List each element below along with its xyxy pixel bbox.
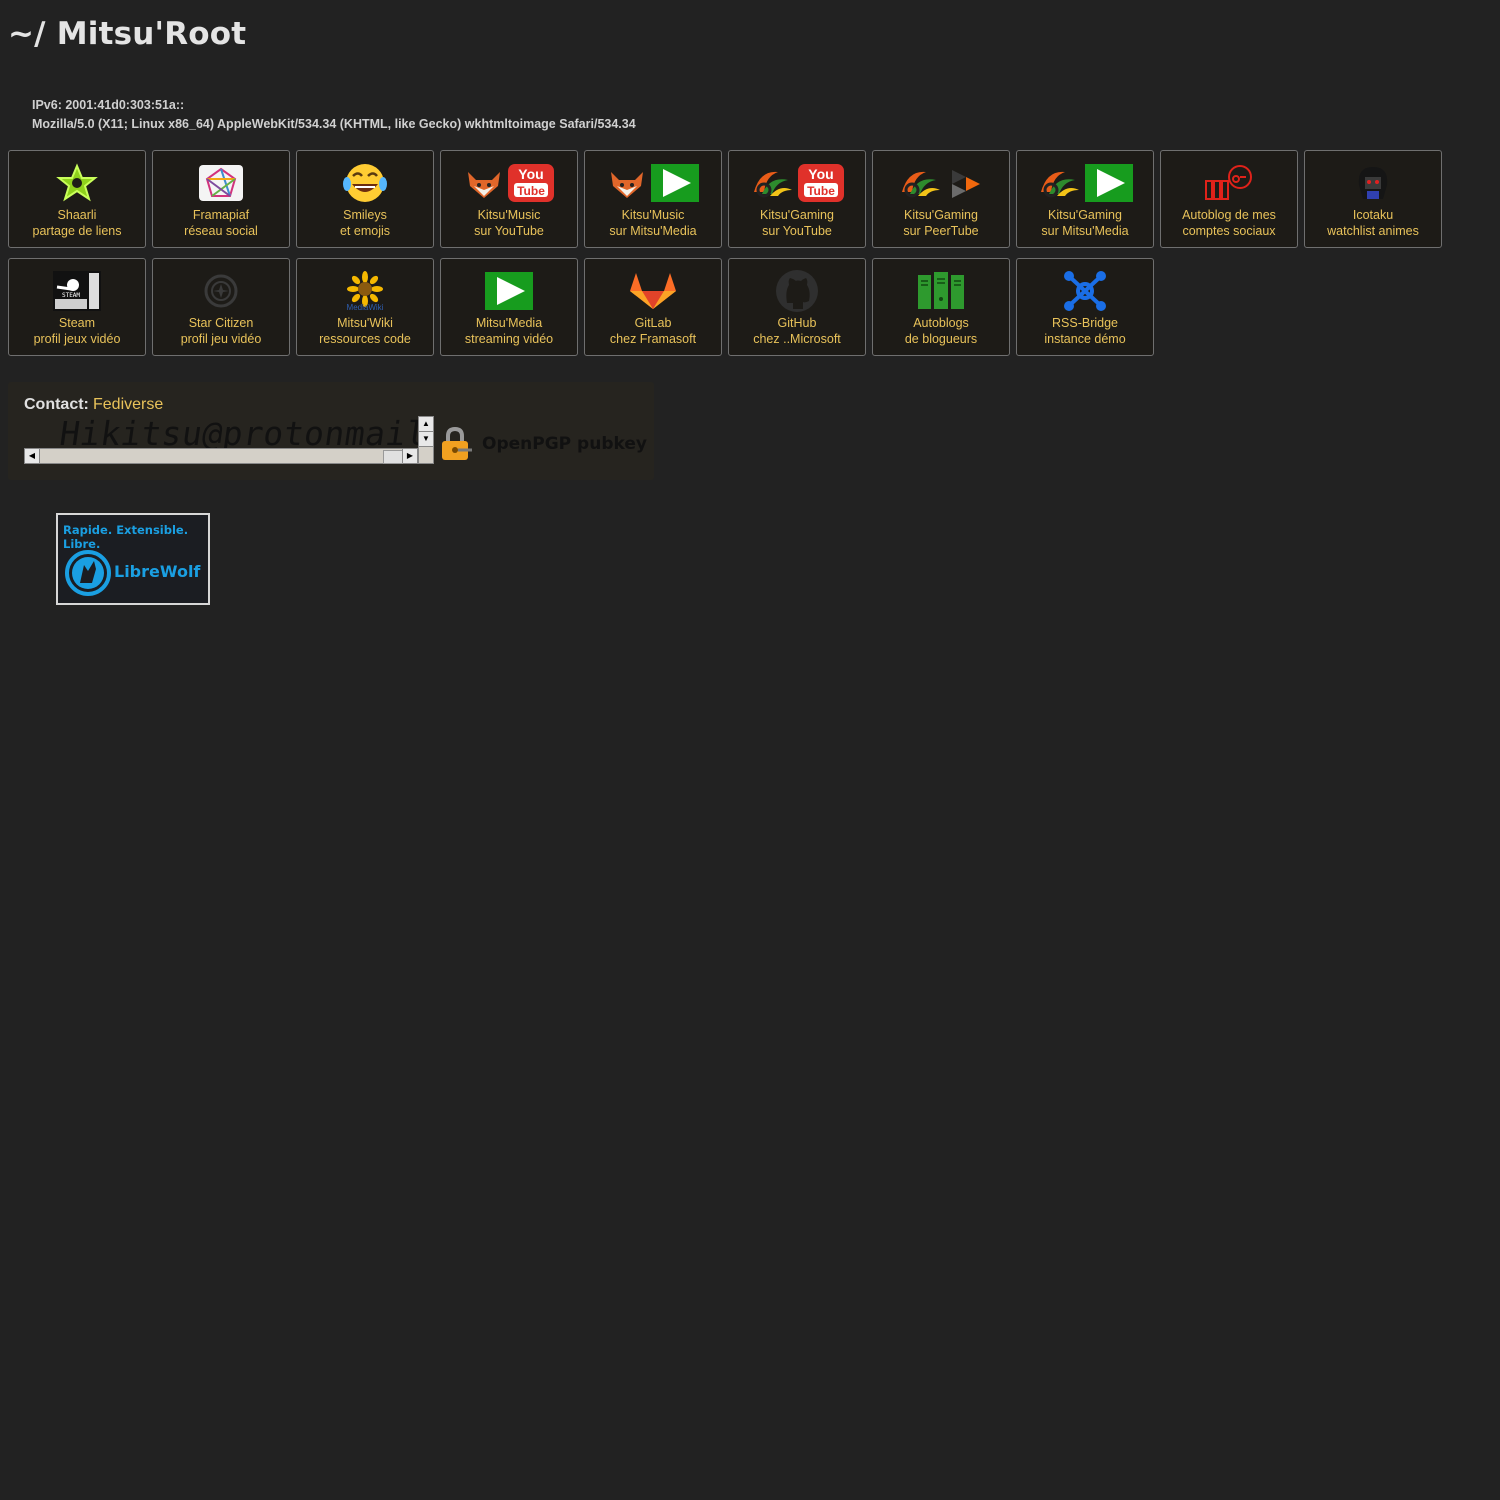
tile-subtitle: profil jeux vidéo xyxy=(33,332,121,346)
tile-title: Kitsu'Gaming xyxy=(904,208,978,222)
contact-box: Contact: Fediverse Hikitsu@protonmail.ch… xyxy=(8,382,654,480)
tile-mitsu-wiki[interactable]: MediaWiki Mitsu'Wiki ressources code xyxy=(296,258,434,356)
tile-subtitle: profil jeu vidéo xyxy=(180,332,262,346)
svg-text:STEAM: STEAM xyxy=(62,292,80,299)
scroll-up-icon[interactable]: ▲ xyxy=(419,417,433,432)
play-icon xyxy=(441,271,577,311)
tile-kitsu-music-youtube[interactable]: You Tube Kitsu'Music sur YouTube xyxy=(440,150,578,248)
github-icon xyxy=(729,270,865,312)
tile-subtitle: instance démo xyxy=(1044,332,1126,346)
tile-title: Framapiaf xyxy=(192,208,250,222)
pgp-link[interactable]: OpenPGP pubkey xyxy=(438,426,647,462)
tile-kitsu-gaming-peertube[interactable]: Kitsu'Gaming sur PeerTube xyxy=(872,150,1010,248)
tile-steam[interactable]: STEAM Steam profil jeux vidéo xyxy=(8,258,146,356)
gitlab-icon xyxy=(585,271,721,311)
librewolf-logo-icon xyxy=(65,550,111,596)
tile-subtitle: partage de liens xyxy=(32,224,122,238)
svg-text:Tube: Tube xyxy=(807,184,835,198)
scroll-right-icon[interactable]: ▶ xyxy=(402,449,417,463)
icotaku-icon xyxy=(1305,163,1441,203)
rss-bridge-icon xyxy=(1017,271,1153,311)
tile-subtitle: chez ..Microsoft xyxy=(753,332,841,346)
shaarli-star-icon xyxy=(9,163,145,203)
tile-title: Autoblogs xyxy=(913,316,969,330)
tile-title: Autoblog de mes xyxy=(1182,208,1276,222)
tile-icotaku[interactable]: Icotaku watchlist animes xyxy=(1304,150,1442,248)
tile-smileys[interactable]: Smileys et emojis xyxy=(296,150,434,248)
padlock-icon xyxy=(442,426,472,460)
gaming-youtube-icon: You Tube xyxy=(729,163,865,203)
tile-kitsu-gaming-mitsumedia[interactable]: Kitsu'Gaming sur Mitsu'Media xyxy=(1016,150,1154,248)
tile-subtitle: de blogueurs xyxy=(904,332,978,346)
tile-title: Steam xyxy=(58,316,96,330)
librewolf-tagline: Rapide. Extensible. Libre. xyxy=(63,523,189,551)
tile-mitsu-media[interactable]: Mitsu'Media streaming vidéo xyxy=(440,258,578,356)
tile-title: Kitsu'Music xyxy=(477,208,541,222)
fox-play-icon xyxy=(585,163,721,203)
servers-icon xyxy=(873,271,1009,311)
tile-gitlab[interactable]: GitLab chez Framasoft xyxy=(584,258,722,356)
visitor-info: IPv6: 2001:41d0:303:51a:: Mozilla/5.0 (X… xyxy=(32,96,636,134)
svg-text:MediaWiki: MediaWiki xyxy=(347,303,384,311)
scroll-left-icon[interactable]: ◀ xyxy=(25,449,40,463)
tile-kitsu-music-mitsumedia[interactable]: Kitsu'Music sur Mitsu'Media xyxy=(584,150,722,248)
steam-icon: STEAM xyxy=(9,271,145,311)
scroll-thumb[interactable] xyxy=(383,450,403,464)
tile-subtitle: watchlist animes xyxy=(1327,224,1419,238)
tile-title: Kitsu'Gaming xyxy=(760,208,834,222)
ipv6-text: IPv6: 2001:41d0:303:51a:: xyxy=(32,98,185,112)
tile-title: GitHub xyxy=(777,316,817,330)
autoblog-icon xyxy=(1161,163,1297,203)
tile-rss-bridge[interactable]: RSS-Bridge instance démo xyxy=(1016,258,1154,356)
tile-title: Mitsu'Wiki xyxy=(337,316,393,330)
tile-star-citizen[interactable]: Star Citizen profil jeu vidéo xyxy=(152,258,290,356)
tile-title: Kitsu'Music xyxy=(621,208,685,222)
tile-title: Star Citizen xyxy=(188,316,254,330)
gaming-play-icon xyxy=(1017,163,1153,203)
tile-subtitle: chez Framasoft xyxy=(609,332,697,346)
fox-youtube-icon: You Tube xyxy=(441,163,577,203)
user-agent-text: Mozilla/5.0 (X11; Linux x86_64) AppleWeb… xyxy=(32,117,636,131)
tile-title: GitLab xyxy=(634,316,672,330)
tile-autoblogs[interactable]: Autoblogs de blogueurs xyxy=(872,258,1010,356)
page-title: ~/ Mitsu'Root xyxy=(8,16,247,52)
tile-subtitle: streaming vidéo xyxy=(464,332,554,346)
librewolf-name: LibreWolf xyxy=(114,562,201,581)
scroll-down-icon[interactable]: ▼ xyxy=(419,432,433,447)
tile-title: Kitsu'Gaming xyxy=(1048,208,1122,222)
vertical-scrollbar[interactable]: ▲ ▼ xyxy=(418,416,434,464)
svg-text:You: You xyxy=(808,166,833,182)
tile-autoblog-social[interactable]: Autoblog de mes comptes sociaux xyxy=(1160,150,1298,248)
tile-framapiaf[interactable]: Framapiaf réseau social xyxy=(152,150,290,248)
star-citizen-icon xyxy=(153,271,289,311)
fediverse-link[interactable]: Fediverse xyxy=(93,396,163,414)
tile-subtitle: sur PeerTube xyxy=(903,224,979,238)
tile-subtitle: sur Mitsu'Media xyxy=(609,224,697,238)
tile-title: Icotaku xyxy=(1352,208,1394,222)
tile-subtitle: sur YouTube xyxy=(474,224,544,238)
tile-title: Shaarli xyxy=(57,208,97,222)
horizontal-scrollbar[interactable]: ◀ ▶ xyxy=(24,448,418,464)
tile-subtitle: réseau social xyxy=(184,224,258,238)
laughing-emoji-icon xyxy=(297,163,433,203)
tile-title: Mitsu'Media xyxy=(475,316,543,330)
tile-github[interactable]: GitHub chez ..Microsoft xyxy=(728,258,866,356)
svg-text:You: You xyxy=(518,166,543,182)
tile-subtitle: comptes sociaux xyxy=(1182,224,1276,238)
gaming-peertube-icon xyxy=(873,163,1009,203)
librewolf-badge[interactable]: Rapide. Extensible. Libre. LibreWolf xyxy=(56,513,210,605)
contact-label: Contact: xyxy=(24,396,89,413)
pgp-label: OpenPGP pubkey xyxy=(482,434,647,454)
tile-subtitle: ressources code xyxy=(319,332,411,346)
tile-kitsu-gaming-youtube[interactable]: You Tube Kitsu'Gaming sur YouTube xyxy=(728,150,866,248)
svg-text:Tube: Tube xyxy=(517,184,545,198)
framapiaf-icon xyxy=(153,163,289,203)
tile-subtitle: sur YouTube xyxy=(762,224,832,238)
tile-shaarli[interactable]: Shaarli partage de liens xyxy=(8,150,146,248)
tile-subtitle: et emojis xyxy=(339,224,391,238)
mediawiki-icon: MediaWiki xyxy=(297,271,433,311)
tile-title: RSS-Bridge xyxy=(1052,316,1118,330)
tile-subtitle: sur Mitsu'Media xyxy=(1041,224,1129,238)
tile-title: Smileys xyxy=(343,208,387,222)
